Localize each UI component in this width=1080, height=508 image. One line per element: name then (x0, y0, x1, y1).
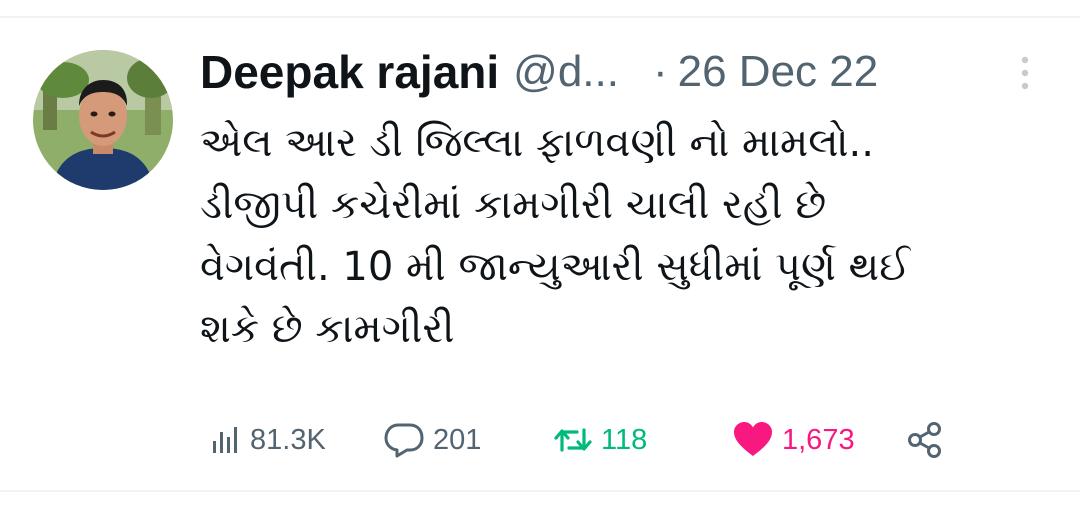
separator-dot: · (652, 47, 668, 96)
replies-count: 201 (433, 423, 482, 456)
reply-button[interactable]: 201 (383, 418, 481, 462)
action-bar: 81.3K 201 118 1,673 (0, 418, 1080, 462)
tweet-text-line: એલ આર ડી જિલ્લા ફાળવણી નો મામલો.. (200, 120, 874, 166)
avatar[interactable] (33, 50, 173, 190)
views-button[interactable]: 81.3K (208, 418, 326, 462)
tweet-date[interactable]: 26 Dec 22 (678, 47, 879, 97)
share-icon (908, 422, 941, 458)
author-name[interactable]: Deepak rajani (200, 45, 499, 99)
avatar-image (33, 50, 173, 190)
tweet-text-line: શકે છે કામગીરી (200, 306, 455, 352)
heart-icon (734, 422, 772, 456)
more-options-button[interactable] (1010, 52, 1040, 96)
share-button[interactable] (906, 418, 946, 462)
author-handle[interactable]: @d... (513, 47, 619, 97)
tweet-text-line: ડીજીપી કચેરીમાં કામગીરી ચાલી રહી છે (200, 182, 827, 228)
more-vertical-icon (1021, 56, 1029, 90)
retweet-button[interactable]: 118 (553, 418, 647, 462)
like-button[interactable]: 1,673 (732, 418, 855, 462)
retweet-icon (554, 428, 592, 452)
tweet-text-line: વેગવંતી. 10 મી જાન્યુઆરી સુધીમાં પૂર્ણ થ… (200, 244, 911, 290)
speech-bubble-icon (384, 423, 424, 458)
top-divider (0, 16, 1080, 18)
tweet-header: Deepak rajani @d... · 26 Dec 22 (200, 40, 878, 104)
bar-chart-icon (213, 427, 237, 453)
retweets-count: 118 (601, 423, 648, 456)
likes-count: 1,673 (782, 423, 855, 456)
bottom-divider (0, 490, 1080, 492)
views-count: 81.3K (250, 423, 326, 456)
tweet-text: એલ આર ડી જિલ્લા ફાળવણી નો મામલો.. ડીજીપી… (200, 112, 1060, 360)
